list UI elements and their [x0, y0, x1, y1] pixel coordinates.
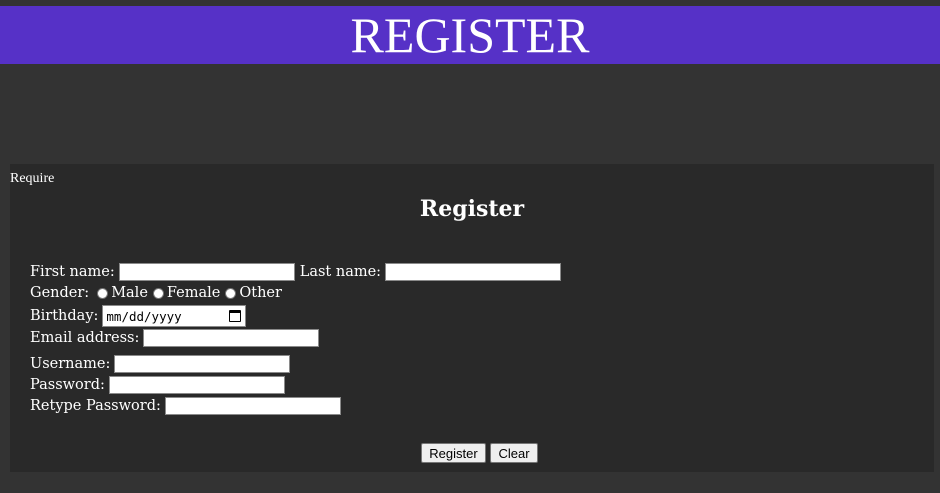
register-button[interactable]: Register [421, 443, 486, 463]
email-label: Email address: [30, 330, 140, 346]
birthday-row: Birthday: mm/dd/yyyy [30, 305, 247, 327]
header-banner: REGISTER [0, 6, 940, 64]
retype-password-input[interactable] [164, 397, 341, 415]
gender-row: Gender: Male Female Other [30, 285, 282, 301]
birthday-label: Birthday: [30, 308, 99, 324]
email-input[interactable] [143, 329, 320, 347]
calendar-icon[interactable] [229, 310, 242, 322]
password-input[interactable] [108, 376, 285, 394]
register-panel: Require Register First name: Last name: … [10, 164, 934, 472]
gender-label: Gender: [30, 285, 90, 301]
gender-male-label: Male [111, 285, 148, 301]
username-row: Username: [30, 355, 291, 373]
username-input[interactable] [114, 355, 291, 373]
password-row: Password: [30, 376, 285, 394]
gender-other-label: Other [239, 285, 282, 301]
username-label: Username: [30, 356, 111, 372]
email-row: Email address: [30, 329, 320, 347]
last-name-input[interactable] [385, 263, 562, 281]
retype-password-row: Retype Password: [30, 397, 341, 415]
password-label: Password: [30, 377, 105, 393]
gender-female-label: Female [166, 285, 221, 301]
gender-other-radio[interactable] [225, 287, 237, 299]
clear-button[interactable]: Clear [490, 443, 538, 463]
name-row: First name: Last name: [30, 263, 562, 281]
retype-password-label: Retype Password: [30, 398, 161, 414]
require-text: Require [10, 171, 55, 186]
form-title: Register [419, 196, 525, 222]
first-name-input[interactable] [118, 263, 295, 281]
birthday-date-input[interactable]: mm/dd/yyyy [102, 305, 247, 327]
page-title: REGISTER [350, 7, 590, 63]
birthday-placeholder: mm/dd/yyyy [106, 308, 182, 324]
last-name-label: Last name: [299, 264, 382, 280]
gender-female-radio[interactable] [152, 287, 164, 299]
first-name-label: First name: [30, 264, 115, 280]
gender-male-radio[interactable] [97, 287, 109, 299]
